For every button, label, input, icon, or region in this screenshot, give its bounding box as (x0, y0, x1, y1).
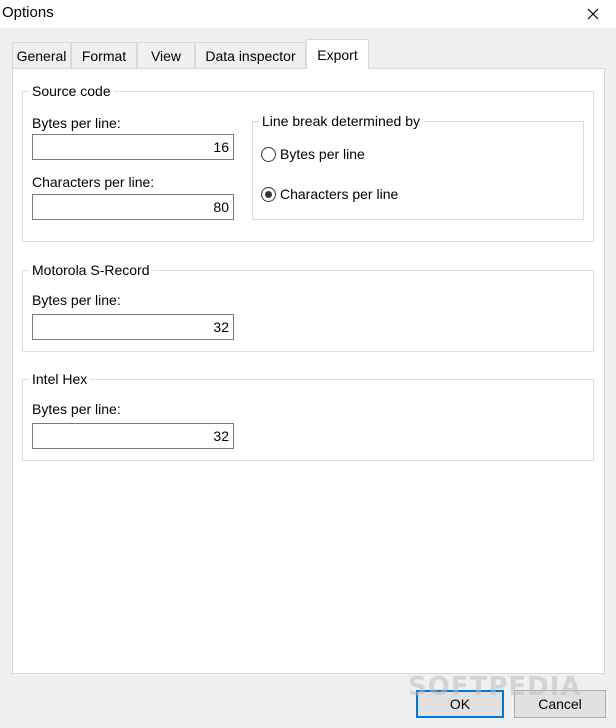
tab-data-inspector[interactable]: Data inspector (195, 42, 306, 68)
radio-characters-per-line[interactable]: Characters per line (261, 186, 398, 202)
radio-chars-label: Characters per line (280, 186, 399, 202)
source-chars-per-line-input[interactable] (32, 194, 234, 220)
motorola-group: Motorola S-Record Bytes per line: (22, 261, 594, 352)
ok-button[interactable]: OK (416, 690, 504, 718)
title-bar: Options (0, 0, 616, 28)
line-break-group: Line break determined by Bytes per line … (252, 112, 584, 220)
motorola-bytes-label: Bytes per line: (32, 292, 121, 308)
motorola-legend: Motorola S-Record (29, 261, 153, 279)
tab-format[interactable]: Format (71, 42, 137, 68)
source-bytes-per-line-input[interactable] (32, 134, 234, 160)
intel-hex-group: Intel Hex Bytes per line: (22, 370, 594, 461)
tab-strip: General Format View Data inspector Expor… (0, 28, 616, 70)
intel-bytes-per-line-input[interactable] (32, 423, 234, 449)
intel-bytes-label: Bytes per line: (32, 401, 121, 417)
close-button[interactable] (570, 0, 616, 28)
tab-general[interactable]: General (12, 42, 71, 68)
radio-bytes-per-line[interactable]: Bytes per line (261, 146, 365, 162)
radio-unchecked-icon (261, 146, 276, 162)
radio-checked-icon (261, 186, 276, 202)
intel-hex-legend: Intel Hex (29, 370, 91, 388)
source-code-legend: Source code (29, 82, 114, 100)
motorola-bytes-per-line-input[interactable] (32, 314, 234, 340)
radio-bytes-label: Bytes per line (280, 146, 365, 162)
source-code-group: Source code Bytes per line: Characters p… (22, 82, 594, 242)
cancel-button[interactable]: Cancel (514, 690, 606, 718)
source-chars-label: Characters per line: (32, 174, 155, 190)
tab-export[interactable]: Export (306, 39, 369, 69)
source-bytes-label: Bytes per line: (32, 115, 121, 131)
close-icon (587, 8, 599, 20)
export-tab-panel: Source code Bytes per line: Characters p… (12, 68, 605, 674)
window-title: Options (2, 4, 54, 21)
tab-view[interactable]: View (137, 42, 195, 68)
line-break-legend: Line break determined by (259, 112, 423, 130)
